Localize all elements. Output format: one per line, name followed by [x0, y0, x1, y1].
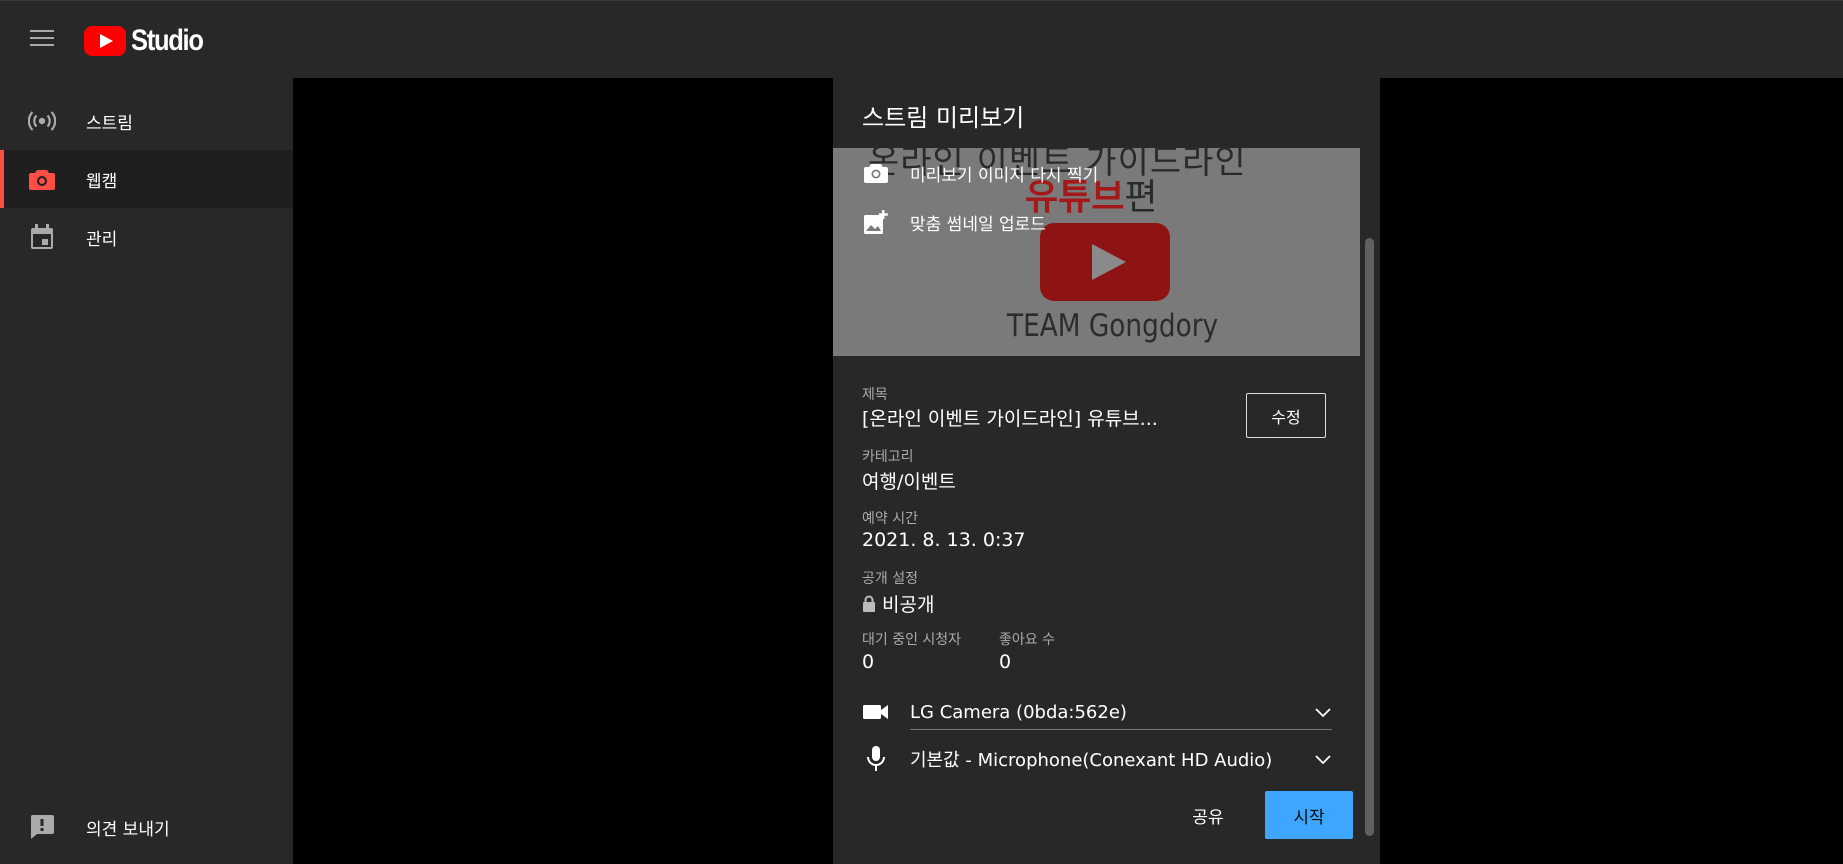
dialog-title: 스트림 미리보기 [862, 104, 1025, 132]
edit-button[interactable]: 수정 [1246, 393, 1326, 438]
menu-icon[interactable] [30, 30, 54, 48]
send-feedback-button[interactable]: 의견 보내기 [0, 798, 293, 856]
visibility-field-label: 공개 설정 [862, 571, 918, 587]
category-field-value: 여행/이벤트 [862, 471, 956, 493]
logo-text: Studio [131, 24, 204, 57]
feedback-label: 의견 보내기 [86, 819, 170, 840]
calendar-icon [28, 223, 56, 251]
retake-thumbnail-label: 미리보기 이미지 다시 찍기 [910, 165, 1099, 186]
thumbnail-play-icon [1040, 223, 1170, 301]
camera-select-underline [910, 729, 1332, 730]
youtube-studio-logo[interactable]: Studio [84, 24, 215, 57]
thumbnail-bg-team: TEAM Gongdory [1007, 308, 1219, 344]
sidebar-item-label: 관리 [86, 229, 118, 250]
retake-thumbnail-button[interactable]: 미리보기 이미지 다시 찍기 [862, 159, 1098, 187]
feedback-icon [28, 813, 56, 841]
camera-icon [28, 165, 56, 193]
upload-thumbnail-button[interactable]: 맞춤 썸네일 업로드 [862, 208, 1046, 236]
likes-value: 0 [999, 651, 1012, 673]
youtube-play-logo-icon [84, 26, 126, 56]
waiting-viewers-value: 0 [862, 651, 875, 673]
waiting-viewers-label: 대기 중인 시청자 [862, 632, 962, 648]
lock-icon [862, 595, 876, 617]
schedule-field-value: 2021. 8. 13. 0:37 [862, 529, 1026, 551]
chevron-down-icon [1315, 703, 1331, 722]
likes-label: 좋아요 수 [999, 632, 1055, 648]
sidebar-item-label: 스트림 [86, 113, 133, 134]
stream-preview-dialog: 스트림 미리보기 온라인 이벤트 가이드라인 유튜브편 TEAM Gongdor… [833, 78, 1380, 864]
add-image-icon [862, 208, 890, 236]
sidebar: 스트림 웹캠 관리 의견 보내기 [0, 78, 293, 864]
start-button[interactable]: 시작 [1265, 791, 1353, 839]
visibility-field-value: 비공개 [882, 594, 935, 616]
thumbnail-preview: 온라인 이벤트 가이드라인 유튜브편 TEAM Gongdory 미리보기 이미… [833, 148, 1360, 356]
chevron-down-icon [1315, 750, 1331, 769]
title-field-value: [온라인 이벤트 가이드라인] 유튜브... [862, 408, 1158, 430]
schedule-field-label: 예약 시간 [862, 511, 918, 527]
upload-thumbnail-label: 맞춤 썸네일 업로드 [910, 214, 1046, 235]
microphone-icon [862, 745, 890, 773]
microphone-select-value: 기본값 - Microphone(Conexant HD Audio) [910, 750, 1273, 771]
sidebar-item-webcam[interactable]: 웹캠 [0, 150, 293, 208]
sidebar-item-label: 웹캠 [86, 171, 118, 192]
share-button[interactable]: 공유 [1173, 791, 1243, 839]
microphone-select[interactable]: 기본값 - Microphone(Conexant HD Audio) [862, 741, 1332, 777]
title-field-label: 제목 [862, 387, 888, 403]
live-stream-icon [28, 107, 56, 135]
camera-select-value: LG Camera (0bda:562e) [910, 701, 1127, 723]
camera-select[interactable]: LG Camera (0bda:562e) [862, 694, 1332, 730]
top-header: Studio [0, 0, 1843, 78]
camera-icon [862, 159, 890, 187]
dialog-scrollbar[interactable] [1365, 238, 1374, 836]
sidebar-item-stream[interactable]: 스트림 [0, 92, 293, 150]
sidebar-item-manage[interactable]: 관리 [0, 208, 293, 266]
category-field-label: 카테고리 [862, 449, 914, 465]
video-camera-icon [862, 698, 890, 726]
visibility-field: 비공개 [862, 590, 934, 617]
